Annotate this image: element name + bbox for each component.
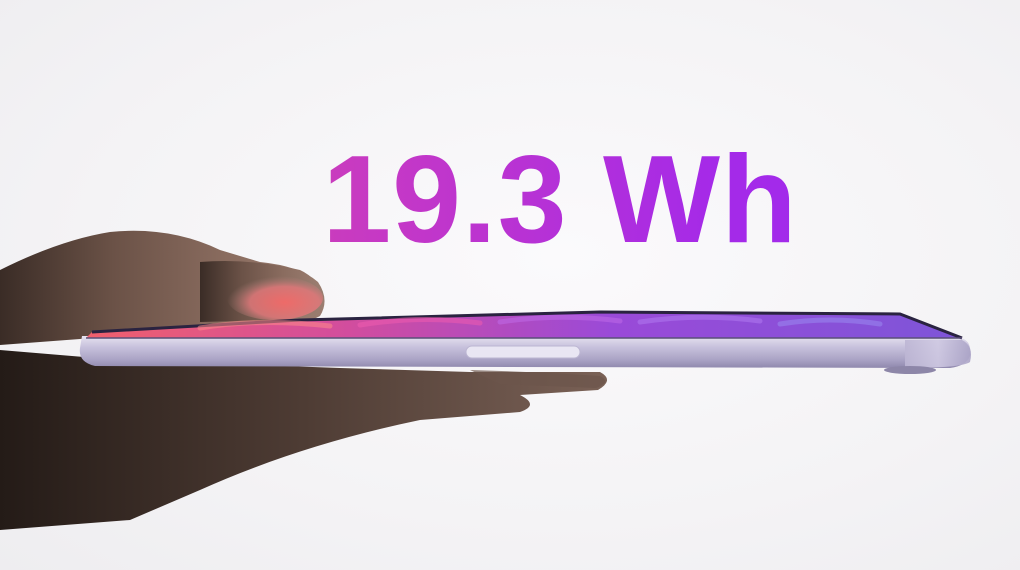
product-hero: 19.3 Wh (0, 0, 1020, 570)
top-button (465, 345, 581, 359)
camera-bump (884, 366, 936, 374)
thumb-screen-glow (227, 276, 323, 320)
tablet-right-side (905, 340, 971, 368)
tablet-in-hand-image (0, 230, 971, 530)
